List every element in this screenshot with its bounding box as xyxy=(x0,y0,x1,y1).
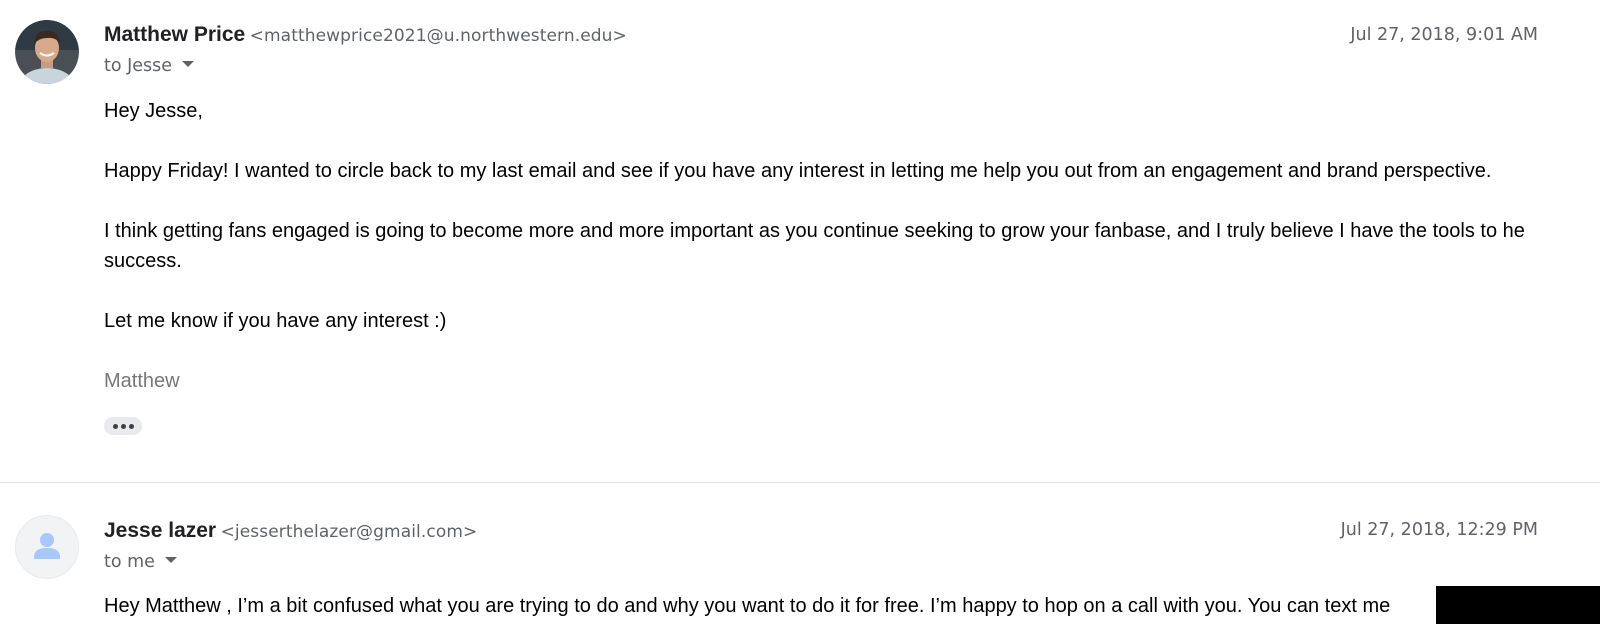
body-greeting: Hey Jesse, xyxy=(104,100,203,122)
message-timestamp: Jul 27, 2018, 12:29 PM xyxy=(1340,520,1538,540)
signature: Matthew xyxy=(104,370,180,392)
message-timestamp: Jul 27, 2018, 9:01 AM xyxy=(1350,25,1538,45)
body-paragraph: Happy Friday! I wanted to circle back to… xyxy=(104,160,1492,182)
recipient-label: to Jesse xyxy=(104,56,173,76)
sender-name[interactable]: Matthew Price xyxy=(104,23,245,46)
caret-down-icon[interactable] xyxy=(164,557,177,563)
redacted-phone-number xyxy=(1436,586,1600,624)
sender-avatar[interactable] xyxy=(15,20,79,84)
body-paragraph: I think getting fans engaged is going to… xyxy=(104,220,1525,242)
sender-line: Matthew Price <matthewprice2021@u.northw… xyxy=(104,23,627,47)
recipient-dropdown[interactable]: to me xyxy=(104,552,177,572)
dot xyxy=(112,423,118,429)
sender-line: Jesse lazer <jesserthelazer@gmail.com> xyxy=(104,519,477,543)
recipient-dropdown[interactable]: to Jesse xyxy=(104,56,195,76)
default-person-icon xyxy=(34,533,60,559)
profile-photo-icon xyxy=(15,20,79,84)
email-message-2: Jesse lazer <jesserthelazer@gmail.com> t… xyxy=(0,483,1600,644)
body-paragraph: Let me know if you have any interest :) xyxy=(104,310,447,332)
show-trimmed-content-button[interactable] xyxy=(104,417,142,435)
body-paragraph-continued: success. xyxy=(104,250,182,272)
sender-email: <jesserthelazer@gmail.com> xyxy=(220,522,478,542)
sender-name[interactable]: Jesse lazer xyxy=(104,519,216,542)
sender-email: <matthewprice2021@u.northwestern.edu> xyxy=(249,26,627,46)
caret-down-icon[interactable] xyxy=(182,61,195,67)
email-message-1: Matthew Price <matthewprice2021@u.northw… xyxy=(0,0,1600,482)
body-paragraph: Hey Matthew , I’m a bit confused what yo… xyxy=(104,595,1391,617)
sender-avatar[interactable] xyxy=(15,515,79,579)
dot xyxy=(128,423,134,429)
dot xyxy=(120,423,126,429)
recipient-label: to me xyxy=(104,552,155,572)
